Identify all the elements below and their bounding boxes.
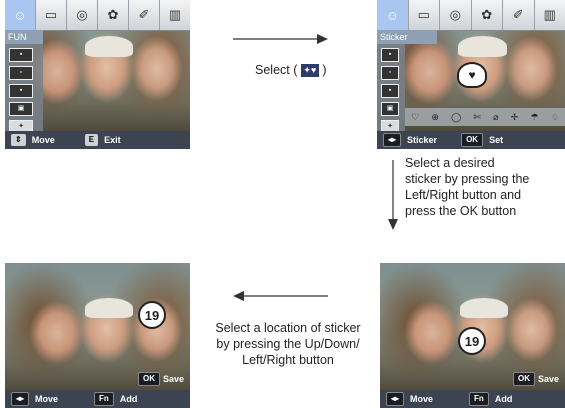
ok-save: OK Save xyxy=(137,372,184,386)
color-palette-icon[interactable]: ✿ xyxy=(472,0,503,30)
arrow-right-icon xyxy=(233,34,328,44)
frame-icon[interactable]: ▭ xyxy=(36,0,67,30)
screen-sticker-placed-right: 19 OK Save ◂▸ Move Fn Add xyxy=(380,263,565,408)
piano-icon[interactable]: ▥ xyxy=(535,0,565,30)
frame-icon[interactable]: ▭ xyxy=(409,0,440,30)
photo-effect-icon[interactable]: ◎ xyxy=(67,0,98,30)
bottom-bar: ◂▸ Sticker OK Set xyxy=(377,131,565,149)
sticker-mode-icon: ✦♥ xyxy=(300,64,319,78)
menu-item-highlight[interactable]: ▪ xyxy=(9,84,33,98)
save-label: Save xyxy=(537,374,559,384)
ok-save: OK Save xyxy=(512,372,559,386)
side-menu: FUN ▪ ▫ ▪ ▣ ✦ xyxy=(5,30,43,134)
sticker-option[interactable]: ✢ xyxy=(511,112,519,123)
caption-select-location: Select a location of sticker by pressing… xyxy=(215,321,361,367)
menu-item-highlight[interactable]: ▪ xyxy=(381,84,399,98)
exit-key: E xyxy=(84,134,99,146)
menu-title: FUN xyxy=(5,30,43,44)
move-label: Move xyxy=(31,135,55,145)
heart-sticker-icon: ♥ xyxy=(457,62,487,88)
bottom-bar: ⇕ Move E Exit xyxy=(5,131,190,149)
add-label: Add xyxy=(119,394,138,404)
piano-icon[interactable]: ▥ xyxy=(160,0,190,30)
fn-key: Fn xyxy=(94,392,114,406)
arrow-down-icon xyxy=(388,160,398,230)
move-label: Move xyxy=(35,394,59,404)
sticker-option[interactable]: ♢ xyxy=(551,112,559,123)
sharpness-icon[interactable]: ✐ xyxy=(503,0,535,30)
menu-title: Sticker xyxy=(377,30,437,44)
set-label: Set xyxy=(489,135,504,145)
sharpness-icon[interactable]: ✐ xyxy=(129,0,160,30)
screen-fun-menu: ☺ ▭ ◎ ✿ ✐ ▥ FUN ▪ ▫ ▪ ▣ ✦ ⇕ Move E Exit xyxy=(5,0,190,149)
fun-face-icon[interactable]: ☺ xyxy=(377,0,409,30)
add-label: Add xyxy=(494,394,513,404)
bottom-bar: ◂▸ Move Fn Add xyxy=(380,390,565,408)
sticker-option[interactable]: ♡ xyxy=(411,112,419,123)
menu-item-composite[interactable]: ▣ xyxy=(9,102,33,116)
caption-select-sticker: Select a desired sticker by pressing the… xyxy=(405,156,530,218)
photo-preview xyxy=(5,263,190,408)
menu-item-photo-frame[interactable]: ▫ xyxy=(381,66,399,80)
sticker-option[interactable]: ⌀ xyxy=(493,112,498,123)
fun-face-icon[interactable]: ☺ xyxy=(5,0,36,30)
menu-item-cartoon[interactable]: ▪ xyxy=(9,48,33,62)
sticker-label: Sticker xyxy=(407,135,438,145)
save-label: Save xyxy=(162,374,184,384)
move-key-icon: ◂▸ xyxy=(386,392,405,406)
ok-key: OK xyxy=(461,133,484,147)
top-icon-bar: ☺ ▭ ◎ ✿ ✐ ▥ xyxy=(5,0,190,31)
screen-sticker-placed-left: 19 OK Save ◂▸ Move Fn Add xyxy=(5,263,190,408)
sticker-option[interactable]: ⊕ xyxy=(431,112,439,123)
move-key-icon: ◂▸ xyxy=(11,392,30,406)
menu-item-composite[interactable]: ▣ xyxy=(381,102,399,116)
sticker-option[interactable]: ☂ xyxy=(531,112,539,123)
ok-key: OK xyxy=(512,372,535,386)
bottom-bar: ◂▸ Move Fn Add xyxy=(5,390,190,408)
fn-key: Fn xyxy=(469,392,489,406)
ok-key: OK xyxy=(137,372,160,386)
photo-effect-icon[interactable]: ◎ xyxy=(440,0,472,30)
screen-sticker-select: ☺ ▭ ◎ ✿ ✐ ▥ Sticker ▪ ▫ ▪ ▣ ✦ ♥ ♡ ⊕ ◯ ✄ … xyxy=(377,0,565,149)
menu-item-cartoon[interactable]: ▪ xyxy=(381,48,399,62)
side-menu: Sticker ▪ ▫ ▪ ▣ ✦ xyxy=(377,30,437,134)
sticker-option[interactable]: ◯ xyxy=(451,112,461,123)
exit-label: Exit xyxy=(104,135,121,145)
sticker-option[interactable]: ✄ xyxy=(473,112,481,123)
move-key-icon: ⇕ xyxy=(11,134,26,146)
arrow-left-icon xyxy=(233,291,328,301)
move-label: Move xyxy=(410,394,434,404)
sticker-19[interactable]: 19 xyxy=(458,327,486,355)
left-right-key-icon: ◂▸ xyxy=(383,133,402,147)
menu-item-photo-frame[interactable]: ▫ xyxy=(9,66,33,80)
color-palette-icon[interactable]: ✿ xyxy=(98,0,129,30)
sticker-strip: ♡ ⊕ ◯ ✄ ⌀ ✢ ☂ ♢ xyxy=(405,108,565,126)
caption-select: Select ( ✦♥ ) xyxy=(255,63,327,78)
sticker-19[interactable]: 19 xyxy=(138,301,166,329)
top-icon-bar: ☺ ▭ ◎ ✿ ✐ ▥ xyxy=(377,0,565,31)
